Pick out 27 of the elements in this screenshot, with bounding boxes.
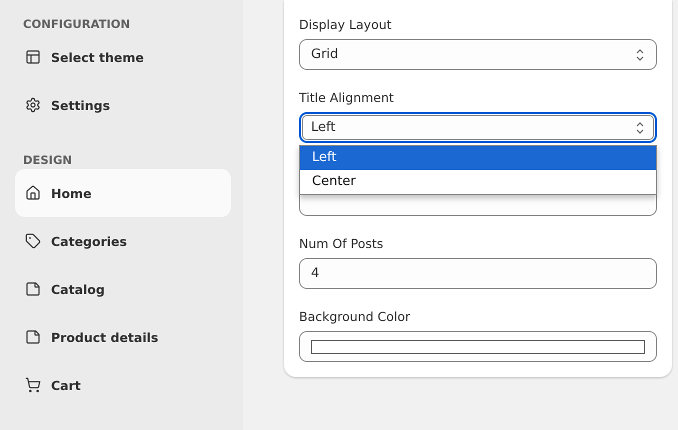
select-field[interactable]: Left <box>299 112 657 143</box>
sidebar-item[interactable]: Select theme <box>15 33 231 81</box>
chevron-icon <box>635 120 645 134</box>
note-icon <box>25 281 41 297</box>
tag-icon <box>25 233 41 249</box>
field-label: Title Alignment <box>299 90 395 106</box>
section-heading: CONFIGURATION <box>22 16 132 33</box>
sidebar-item[interactable]: Settings <box>15 81 231 129</box>
chevron-icon <box>635 48 645 62</box>
sidebar-item[interactable]: Categories <box>15 217 231 265</box>
sidebar-item[interactable]: Cart <box>15 361 231 409</box>
sidebar-item[interactable]: Home <box>15 169 231 217</box>
section-heading: DESIGN <box>22 152 74 169</box>
field-label: Background Color <box>299 309 412 325</box>
select-field[interactable]: Grid <box>299 39 657 70</box>
cart-icon <box>25 377 41 393</box>
dropdown-option[interactable]: Left <box>300 146 656 170</box>
sidebar-item[interactable]: Catalog <box>15 265 231 313</box>
field-label: Num Of Posts <box>299 236 384 252</box>
settings-icon <box>25 97 41 113</box>
input-field[interactable]: 4 <box>299 258 657 289</box>
field-label: Display Layout <box>299 17 393 33</box>
color-field[interactable] <box>299 331 657 362</box>
sidebar-item[interactable]: Product details <box>15 313 231 361</box>
note-icon <box>25 329 41 345</box>
dropdown-option[interactable]: Center <box>300 170 656 194</box>
home-icon <box>25 185 41 201</box>
